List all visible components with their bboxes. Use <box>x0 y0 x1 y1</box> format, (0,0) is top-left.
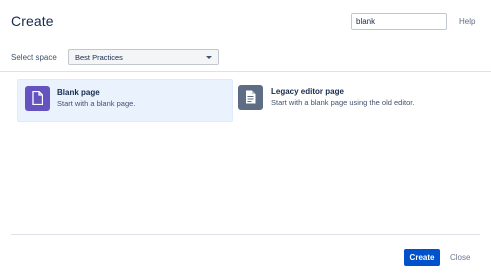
page-icon <box>238 85 263 110</box>
search-input[interactable] <box>351 13 447 30</box>
space-select-value: Best Practices <box>75 53 123 62</box>
template-card-legacy-editor-page[interactable]: Legacy editor page Start with a blank pa… <box>234 79 464 122</box>
help-link[interactable]: Help <box>459 17 475 26</box>
close-button[interactable]: Close <box>450 253 470 262</box>
template-title: Blank page <box>57 88 100 97</box>
page-icon <box>25 86 50 111</box>
create-dialog: Create Help Select space Best Practices … <box>0 0 491 273</box>
template-title: Legacy editor page <box>271 87 344 96</box>
create-button[interactable]: Create <box>404 249 440 266</box>
template-description: Start with a blank page. <box>57 99 136 108</box>
template-card-blank-page[interactable]: Blank page Start with a blank page. <box>17 79 233 122</box>
chevron-down-icon <box>206 56 212 59</box>
space-select[interactable]: Best Practices <box>68 49 219 65</box>
select-space-label: Select space <box>11 53 57 62</box>
template-description: Start with a blank page using the old ed… <box>271 98 415 107</box>
dialog-title: Create <box>11 13 54 29</box>
divider <box>11 234 480 235</box>
divider <box>0 71 491 72</box>
